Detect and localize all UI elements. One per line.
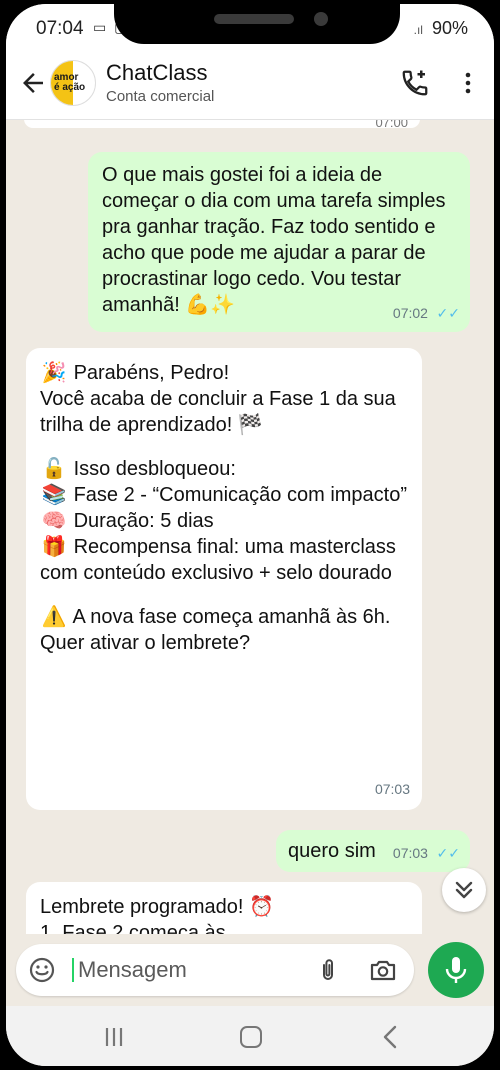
more-options-icon[interactable] bbox=[456, 68, 480, 98]
message-text: Lembrete programado! ⏰ bbox=[40, 896, 274, 918]
contact-name[interactable]: ChatClass bbox=[106, 60, 207, 86]
message-input-container[interactable]: Mensagem bbox=[16, 944, 414, 996]
camera-notch bbox=[114, 4, 400, 44]
message-text: quero sim bbox=[288, 840, 376, 862]
microphone-button[interactable] bbox=[428, 942, 484, 998]
message-time: 07:00 bbox=[375, 120, 408, 130]
front-camera bbox=[314, 12, 328, 26]
message-input[interactable]: Mensagem bbox=[78, 957, 187, 983]
status-right: .ıl 90% bbox=[414, 18, 468, 39]
outgoing-message[interactable]: quero sim 07:03 ✓✓ bbox=[276, 830, 470, 872]
scroll-to-bottom-button[interactable] bbox=[442, 868, 486, 912]
gift-icon: 🎁 bbox=[41, 536, 67, 558]
party-popper-icon: 🎉 bbox=[41, 362, 67, 384]
home-icon[interactable] bbox=[240, 1026, 262, 1048]
outgoing-message[interactable]: O que mais gostei foi a ideia de começar… bbox=[88, 152, 470, 332]
avatar[interactable]: amor é ação bbox=[50, 60, 96, 106]
battery-level: 90% bbox=[431, 18, 468, 38]
message-time: 07:02 bbox=[392, 305, 428, 321]
message-line: Isso desbloqueou: bbox=[73, 458, 236, 480]
brain-icon: 🧠 bbox=[41, 510, 67, 532]
message-line: Fase 2 - “Comunicação com impacto” bbox=[73, 484, 408, 506]
books-icon: 📚 bbox=[41, 484, 67, 506]
camera-icon[interactable] bbox=[368, 956, 398, 984]
chat-header: amor é ação ChatClass Conta comercial bbox=[6, 54, 494, 120]
previous-message[interactable]: 07:00 bbox=[24, 120, 420, 130]
message-line: A nova fase começa amanhã às 6h. Quer at… bbox=[40, 606, 391, 654]
phone-screen: 07:04 ▭ ▢ .ıl 90% amor é ação ChatClass C… bbox=[6, 4, 494, 1066]
message-line: Você acaba de concluir a Fase 1 da sua t… bbox=[40, 388, 396, 436]
recent-apps-icon[interactable] bbox=[102, 1026, 126, 1048]
signal-icon: .ıl bbox=[413, 23, 423, 37]
add-call-icon[interactable] bbox=[400, 68, 430, 98]
warning-icon: ⚠️ bbox=[41, 606, 67, 628]
incoming-message[interactable]: 🎉 Parabéns, Pedro! Você acaba de conclui… bbox=[26, 348, 422, 810]
speaker bbox=[214, 14, 294, 24]
unlock-icon: 🔓 bbox=[41, 458, 67, 480]
message-time: 07:03 bbox=[374, 781, 410, 797]
message-composer: Mensagem bbox=[6, 934, 494, 1006]
message-meta: 07:02 ✓✓ bbox=[393, 299, 460, 326]
incoming-message[interactable]: Lembrete programado! ⏰ 1. Fase 2 começa … bbox=[26, 882, 422, 934]
emoji-icon[interactable] bbox=[28, 956, 56, 984]
status-time: 07:04 bbox=[36, 18, 84, 39]
message-line-partial: 1. Fase 2 começa às... bbox=[40, 922, 243, 934]
microphone-icon bbox=[445, 957, 467, 983]
message-line: Duração: 5 dias bbox=[73, 510, 214, 532]
paperclip-icon[interactable] bbox=[314, 956, 342, 984]
nav-back-icon[interactable] bbox=[380, 1024, 400, 1050]
chevrons-down-icon bbox=[455, 881, 473, 899]
back-arrow-icon[interactable] bbox=[18, 68, 48, 98]
chat-area[interactable]: 07:00 O que mais gostei foi a ideia de c… bbox=[6, 120, 494, 934]
message-time: 07:03 bbox=[392, 845, 428, 861]
avatar-logo: amor é ação bbox=[54, 72, 86, 93]
message-line: Parabéns, Pedro! bbox=[73, 362, 230, 384]
contact-subtitle: Conta comercial bbox=[106, 88, 215, 105]
system-nav-bar bbox=[6, 1006, 494, 1066]
read-ticks-icon: ✓✓ bbox=[436, 305, 460, 321]
message-line: Recompensa final: uma masterclass com co… bbox=[40, 536, 396, 584]
message-text: O que mais gostei foi a ideia de começar… bbox=[102, 164, 446, 316]
read-ticks-icon: ✓✓ bbox=[436, 845, 460, 861]
text-caret bbox=[72, 958, 74, 982]
